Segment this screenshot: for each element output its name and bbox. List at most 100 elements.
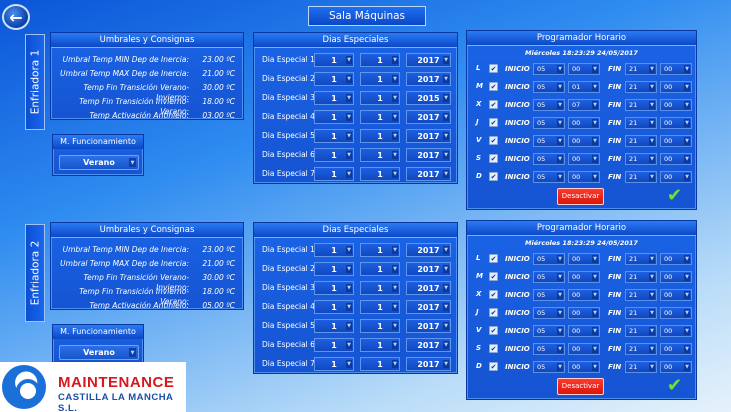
special-day-month-select[interactable]: 1 ▼ (360, 300, 400, 314)
end-minute-select[interactable]: 00 ▼ (660, 171, 692, 183)
start-minute-select[interactable]: 00 ▼ (568, 361, 600, 373)
day-checkbox[interactable]: ✔ (489, 308, 498, 317)
special-day-day-select[interactable]: 1 ▼ (314, 319, 354, 333)
end-minute-select[interactable]: 00 ▼ (660, 253, 692, 265)
day-checkbox[interactable]: ✔ (489, 290, 498, 299)
start-minute-select[interactable]: 00 ▼ (568, 63, 600, 75)
end-minute-select[interactable]: 00 ▼ (660, 135, 692, 147)
deactivate-button[interactable]: Desactivar (557, 378, 604, 395)
end-minute-select[interactable]: 00 ▼ (660, 307, 692, 319)
checkmark-icon[interactable]: ✔ (667, 377, 682, 395)
special-day-day-select[interactable]: 1 ▼ (314, 53, 354, 67)
day-checkbox[interactable]: ✔ (489, 118, 498, 127)
special-day-day-select[interactable]: 1 ▼ (314, 357, 354, 371)
start-hour-select[interactable]: 05 ▼ (533, 81, 565, 93)
special-day-month-select[interactable]: 1 ▼ (360, 148, 400, 162)
day-checkbox[interactable]: ✔ (489, 82, 498, 91)
end-hour-select[interactable]: 21 ▼ (625, 325, 657, 337)
end-hour-select[interactable]: 21 ▼ (625, 343, 657, 355)
special-day-year-select[interactable]: 2015 ▼ (406, 91, 451, 105)
special-day-day-select[interactable]: 1 ▼ (314, 91, 354, 105)
special-day-month-select[interactable]: 1 ▼ (360, 110, 400, 124)
special-day-year-select[interactable]: 2017 ▼ (406, 357, 451, 371)
start-hour-select[interactable]: 05 ▼ (533, 325, 565, 337)
special-day-month-select[interactable]: 1 ▼ (360, 357, 400, 371)
special-day-year-select[interactable]: 2017 ▼ (406, 72, 451, 86)
day-checkbox[interactable]: ✔ (489, 172, 498, 181)
start-minute-select[interactable]: 01 ▼ (568, 81, 600, 93)
end-minute-select[interactable]: 00 ▼ (660, 289, 692, 301)
start-hour-select[interactable]: 05 ▼ (533, 63, 565, 75)
start-hour-select[interactable]: 05 ▼ (533, 307, 565, 319)
start-minute-select[interactable]: 00 ▼ (568, 271, 600, 283)
end-hour-select[interactable]: 21 ▼ (625, 99, 657, 111)
special-day-year-select[interactable]: 2017 ▼ (406, 129, 451, 143)
end-hour-select[interactable]: 21 ▼ (625, 307, 657, 319)
special-day-month-select[interactable]: 1 ▼ (360, 319, 400, 333)
end-hour-select[interactable]: 21 ▼ (625, 171, 657, 183)
end-minute-select[interactable]: 00 ▼ (660, 117, 692, 129)
special-day-year-select[interactable]: 2017 ▼ (406, 243, 451, 257)
mode-select[interactable]: Verano ▼ (59, 345, 139, 360)
end-hour-select[interactable]: 21 ▼ (625, 117, 657, 129)
day-checkbox[interactable]: ✔ (489, 100, 498, 109)
special-day-day-select[interactable]: 1 ▼ (314, 243, 354, 257)
special-day-day-select[interactable]: 1 ▼ (314, 129, 354, 143)
start-minute-select[interactable]: 07 ▼ (568, 99, 600, 111)
special-day-month-select[interactable]: 1 ▼ (360, 53, 400, 67)
start-minute-select[interactable]: 00 ▼ (568, 135, 600, 147)
start-minute-select[interactable]: 00 ▼ (568, 307, 600, 319)
special-day-year-select[interactable]: 2017 ▼ (406, 319, 451, 333)
day-checkbox[interactable]: ✔ (489, 344, 498, 353)
special-day-day-select[interactable]: 1 ▼ (314, 300, 354, 314)
end-hour-select[interactable]: 21 ▼ (625, 135, 657, 147)
end-hour-select[interactable]: 21 ▼ (625, 271, 657, 283)
special-day-year-select[interactable]: 2017 ▼ (406, 167, 451, 181)
end-hour-select[interactable]: 21 ▼ (625, 289, 657, 301)
start-hour-select[interactable]: 05 ▼ (533, 343, 565, 355)
special-day-year-select[interactable]: 2017 ▼ (406, 148, 451, 162)
back-button[interactable]: ← (2, 4, 30, 30)
special-day-day-select[interactable]: 1 ▼ (314, 167, 354, 181)
special-day-month-select[interactable]: 1 ▼ (360, 243, 400, 257)
day-checkbox[interactable]: ✔ (489, 272, 498, 281)
day-checkbox[interactable]: ✔ (489, 64, 498, 73)
deactivate-button[interactable]: Desactivar (557, 188, 604, 205)
special-day-month-select[interactable]: 1 ▼ (360, 167, 400, 181)
special-day-month-select[interactable]: 1 ▼ (360, 129, 400, 143)
special-day-year-select[interactable]: 2017 ▼ (406, 281, 451, 295)
start-minute-select[interactable]: 00 ▼ (568, 325, 600, 337)
special-day-month-select[interactable]: 1 ▼ (360, 91, 400, 105)
mode-select[interactable]: Verano ▼ (59, 155, 139, 170)
end-hour-select[interactable]: 21 ▼ (625, 153, 657, 165)
special-day-year-select[interactable]: 2017 ▼ (406, 300, 451, 314)
start-minute-select[interactable]: 00 ▼ (568, 343, 600, 355)
end-minute-select[interactable]: 00 ▼ (660, 153, 692, 165)
day-checkbox[interactable]: ✔ (489, 362, 498, 371)
start-minute-select[interactable]: 00 ▼ (568, 171, 600, 183)
end-hour-select[interactable]: 21 ▼ (625, 81, 657, 93)
special-day-year-select[interactable]: 2017 ▼ (406, 338, 451, 352)
end-minute-select[interactable]: 00 ▼ (660, 325, 692, 337)
special-day-year-select[interactable]: 2017 ▼ (406, 53, 451, 67)
special-day-month-select[interactable]: 1 ▼ (360, 72, 400, 86)
start-hour-select[interactable]: 05 ▼ (533, 135, 565, 147)
special-day-day-select[interactable]: 1 ▼ (314, 262, 354, 276)
end-hour-select[interactable]: 21 ▼ (625, 361, 657, 373)
start-minute-select[interactable]: 00 ▼ (568, 289, 600, 301)
day-checkbox[interactable]: ✔ (489, 254, 498, 263)
end-minute-select[interactable]: 00 ▼ (660, 343, 692, 355)
end-hour-select[interactable]: 21 ▼ (625, 63, 657, 75)
special-day-day-select[interactable]: 1 ▼ (314, 72, 354, 86)
end-minute-select[interactable]: 00 ▼ (660, 361, 692, 373)
day-checkbox[interactable]: ✔ (489, 154, 498, 163)
start-hour-select[interactable]: 05 ▼ (533, 153, 565, 165)
start-hour-select[interactable]: 05 ▼ (533, 361, 565, 373)
day-checkbox[interactable]: ✔ (489, 136, 498, 145)
start-hour-select[interactable]: 05 ▼ (533, 253, 565, 265)
start-hour-select[interactable]: 05 ▼ (533, 289, 565, 301)
end-hour-select[interactable]: 21 ▼ (625, 253, 657, 265)
start-hour-select[interactable]: 05 ▼ (533, 117, 565, 129)
day-checkbox[interactable]: ✔ (489, 326, 498, 335)
end-minute-select[interactable]: 00 ▼ (660, 63, 692, 75)
